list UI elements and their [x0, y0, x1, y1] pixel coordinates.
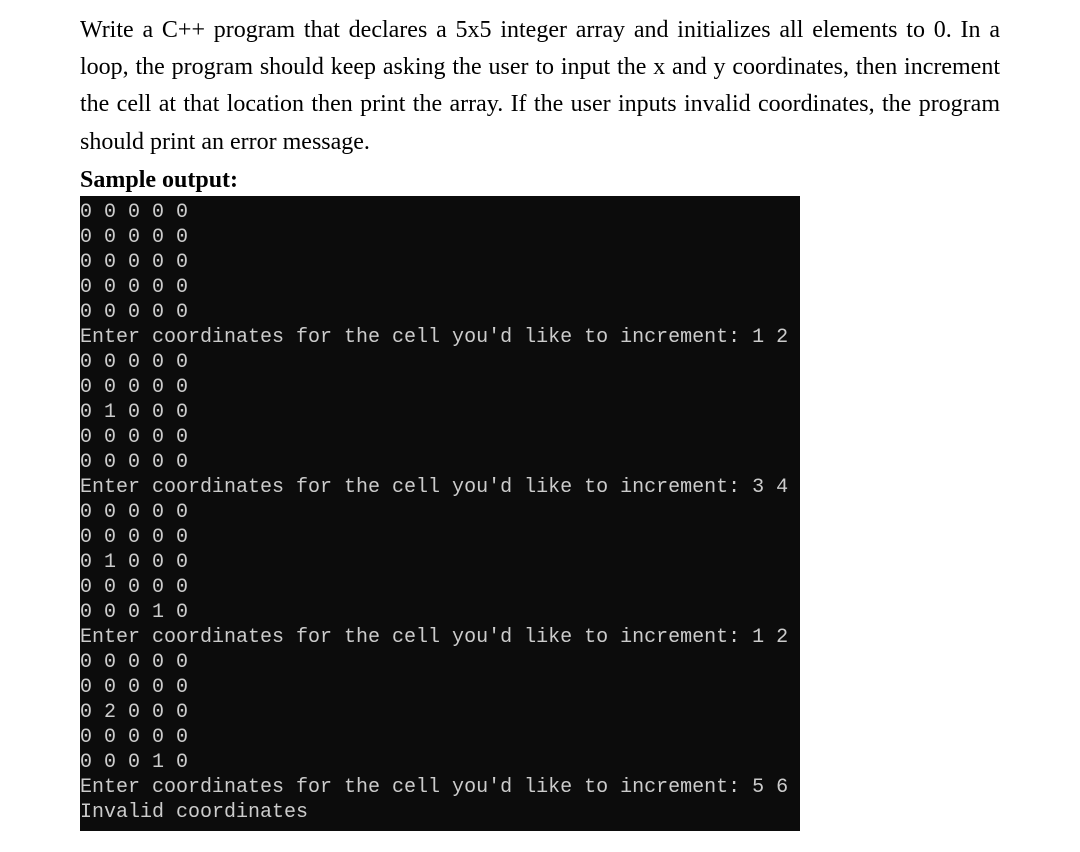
- sample-output-label: Sample output:: [80, 167, 1000, 194]
- terminal-output: 0 0 0 0 0 0 0 0 0 0 0 0 0 0 0 0 0 0 0 0 …: [80, 196, 800, 831]
- question-text: Write a C++ program that declares a 5x5 …: [80, 12, 1000, 161]
